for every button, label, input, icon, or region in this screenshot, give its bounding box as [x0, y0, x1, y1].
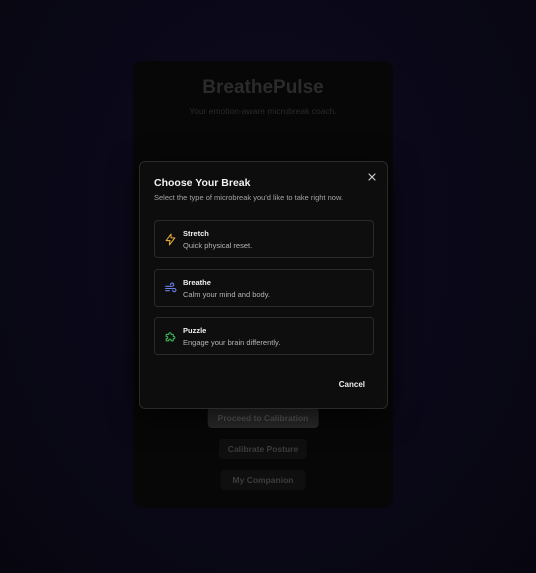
- calibrate-posture-button[interactable]: Calibrate Posture: [218, 439, 308, 459]
- option-description: Calm your mind and body.: [183, 290, 270, 299]
- option-description: Engage your brain differently.: [183, 338, 281, 347]
- app-subtitle: Your emotion-aware microbreak coach.: [189, 106, 337, 116]
- app-title: BreathePulse: [202, 77, 324, 98]
- option-label: Breathe: [183, 278, 211, 287]
- dialog-description: Select the type of microbreak you'd like…: [154, 193, 344, 202]
- option-label: Puzzle: [183, 326, 207, 335]
- lightning-icon: [165, 233, 176, 246]
- option-description: Quick physical reset.: [183, 241, 253, 250]
- choose-break-dialog: Choose Your Break Select the type of mic…: [139, 161, 388, 409]
- option-puzzle[interactable]: Puzzle Engage your brain differently.: [154, 317, 374, 355]
- my-companion-button[interactable]: My Companion: [220, 470, 306, 490]
- close-icon: [368, 173, 376, 181]
- option-stretch[interactable]: Stretch Quick physical reset.: [154, 220, 374, 258]
- proceed-to-calibration-button[interactable]: Proceed to Calibration: [207, 408, 319, 428]
- option-breathe[interactable]: Breathe Calm your mind and body.: [154, 269, 374, 307]
- close-button[interactable]: [366, 170, 378, 182]
- cancel-button[interactable]: Cancel: [339, 380, 365, 389]
- dialog-title: Choose Your Break: [154, 177, 251, 189]
- option-label: Stretch: [183, 229, 209, 238]
- wind-icon: [165, 282, 177, 293]
- puzzle-icon: [165, 332, 176, 342]
